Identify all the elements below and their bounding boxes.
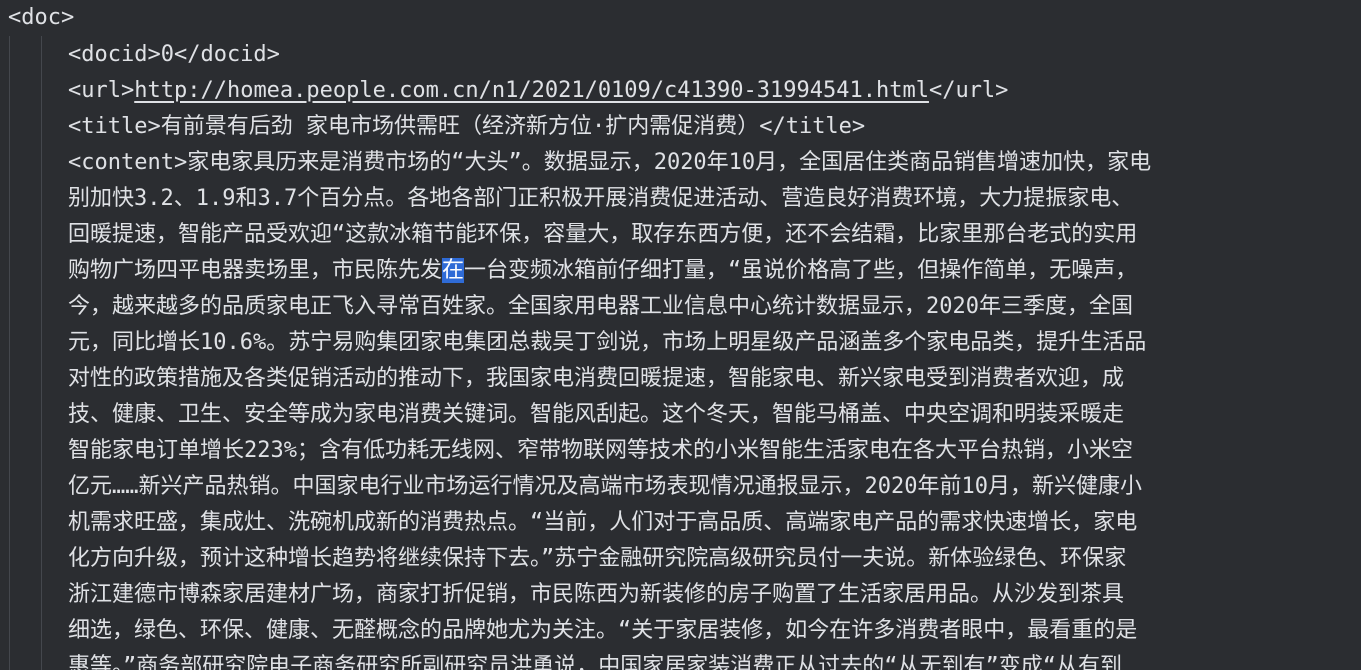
content-line: 化方向升级，预计这种增长趋势将继续保持下去。”苏宁金融研究院高级研究员付一夫说。… — [68, 546, 1127, 571]
content-line: 浙江建德市博森家居建材广场，商家打折促销，市民陈西为新装修的房子购置了生活家居用… — [68, 582, 1125, 607]
content-line: 回暖提速，智能产品受欢迎“这款冰箱节能环保，容量大，取存东西方便，还不会结霜，比… — [68, 222, 1138, 247]
url-line: <url>http://homea.people.com.cn/n1/2021/… — [0, 73, 1008, 109]
docid-line: <docid>0</docid> — [68, 42, 280, 67]
title-line: <title>有前景有后劲 家电市场供需旺（经济新方位·扩内需促消费）</tit… — [68, 114, 866, 139]
content-line: 机需求旺盛，集成灶、洗碗机成新的消费热点。“当前，人们对于高品质、高端家电产品的… — [68, 510, 1138, 535]
content-line: 元，同比增长10.6%。苏宁易购集团家电集团总裁吴丁剑说，市场上明星级产品涵盖多… — [68, 330, 1147, 355]
url-close-tag: </url> — [928, 78, 1009, 103]
content-line: 今，越来越多的品质家电正飞入寻常百姓家。全国家用电器工业信息中心统计数据显示，2… — [68, 294, 1133, 319]
url-open-tag: <url> — [68, 78, 135, 103]
content-line: 惠等。”商务部研究院电子商务研究所副研究员洪勇说，中国家居家装消费正从过去的“从… — [68, 654, 1122, 670]
text-selection[interactable]: 在 — [442, 258, 465, 283]
content-line: <content>家电家具历来是消费市场的“大头”。数据显示，2020年10月，… — [68, 150, 1152, 175]
content-line: 对性的政策措施及各类促销活动的推动下，我国家电消费回暖提速，智能家电、新兴家电受… — [68, 366, 1125, 391]
content-segment: 一台变频冰箱前仔细打量，“虽说价格高了些，但操作简单，无噪声， — [464, 258, 1138, 283]
content-line: 技、健康、卫生、安全等成为家电消费关键词。智能风刮起。这个冬天，智能马桶盖、中央… — [68, 402, 1125, 427]
content-line: 智能家电订单增长223%；含有低功耗无线网、窄带物联网等技术的小米智能生活家电在… — [68, 438, 1133, 463]
code-editor[interactable]: <doc> <docid>0</docid> <url>http://homea… — [0, 0, 1361, 670]
content-line: 购物广场四平电器卖场里，市民陈先发在一台变频冰箱前仔细打量，“虽说价格高了些，但… — [68, 253, 1137, 289]
content-line: 别加快3.2、1.9和3.7个百分点。各地各部门正积极开展消费促进活动、营造良好… — [68, 186, 1134, 211]
content-line: 亿元……新兴产品热销。中国家电行业市场运行情况及高端市场表现情况通报显示，202… — [68, 474, 1142, 499]
content-line: 细选，绿色、环保、健康、无醛概念的品牌她尤为关注。“关于家居装修，如今在许多消费… — [68, 618, 1138, 643]
content-segment: 购物广场四平电器卖场里，市民陈先发 — [68, 258, 443, 283]
doc-open-tag: <doc> — [8, 5, 75, 30]
url-link[interactable]: http://homea.people.com.cn/n1/2021/0109/… — [134, 78, 929, 103]
